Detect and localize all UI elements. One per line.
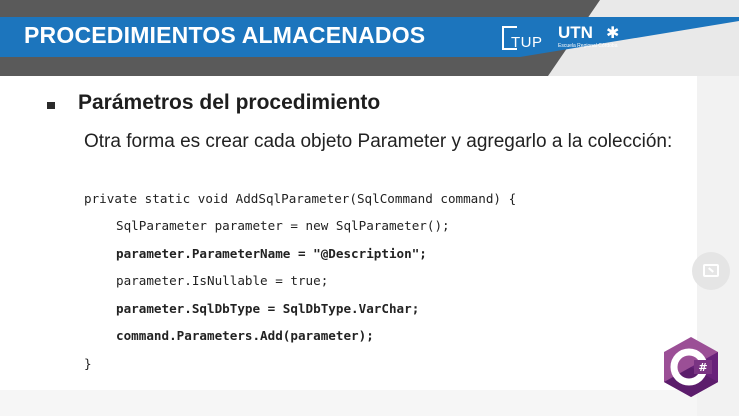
code-line-1: private static void AddSqlParameter(SqlC… <box>84 191 517 206</box>
picture-in-picture-icon <box>703 264 719 277</box>
tup-logo-text: TUP <box>511 34 543 51</box>
code-line-6: command.Parameters.Add(parameter); <box>116 328 374 343</box>
csharp-logo-text: # <box>698 361 707 374</box>
utn-logo-subtitle: Escuela Regional Córdoba <box>558 43 618 49</box>
body-paragraph: Otra forma es crear cada objeto Paramete… <box>84 131 673 152</box>
code-line-3: parameter.ParameterName = "@Description"… <box>116 246 427 261</box>
slide-title: PROCEDIMIENTOS ALMACENADOS <box>24 22 426 48</box>
section-heading: Parámetros del procedimiento <box>78 91 381 114</box>
code-line-7: } <box>84 356 92 371</box>
csharp-logo-icon: # <box>664 337 718 397</box>
bullet-square-icon <box>47 102 55 109</box>
utn-logo-text: UTN <box>558 23 593 42</box>
code-line-5: parameter.SqlDbType = SqlDbType.VarChar; <box>116 301 420 316</box>
utn-logo: UTN ✱ Escuela Regional Córdoba <box>558 23 626 51</box>
code-line-4: parameter.IsNullable = true; <box>116 273 329 288</box>
slide: PROCEDIMIENTOS ALMACENADOS TUP UTN ✱ Esc… <box>0 0 739 416</box>
tup-logo: TUP <box>502 26 544 51</box>
code-line-2: SqlParameter parameter = new SqlParamete… <box>116 218 450 233</box>
footer-band <box>0 390 739 416</box>
utn-emblem-icon: ✱ <box>606 25 620 42</box>
picture-in-picture-button[interactable] <box>692 252 730 290</box>
